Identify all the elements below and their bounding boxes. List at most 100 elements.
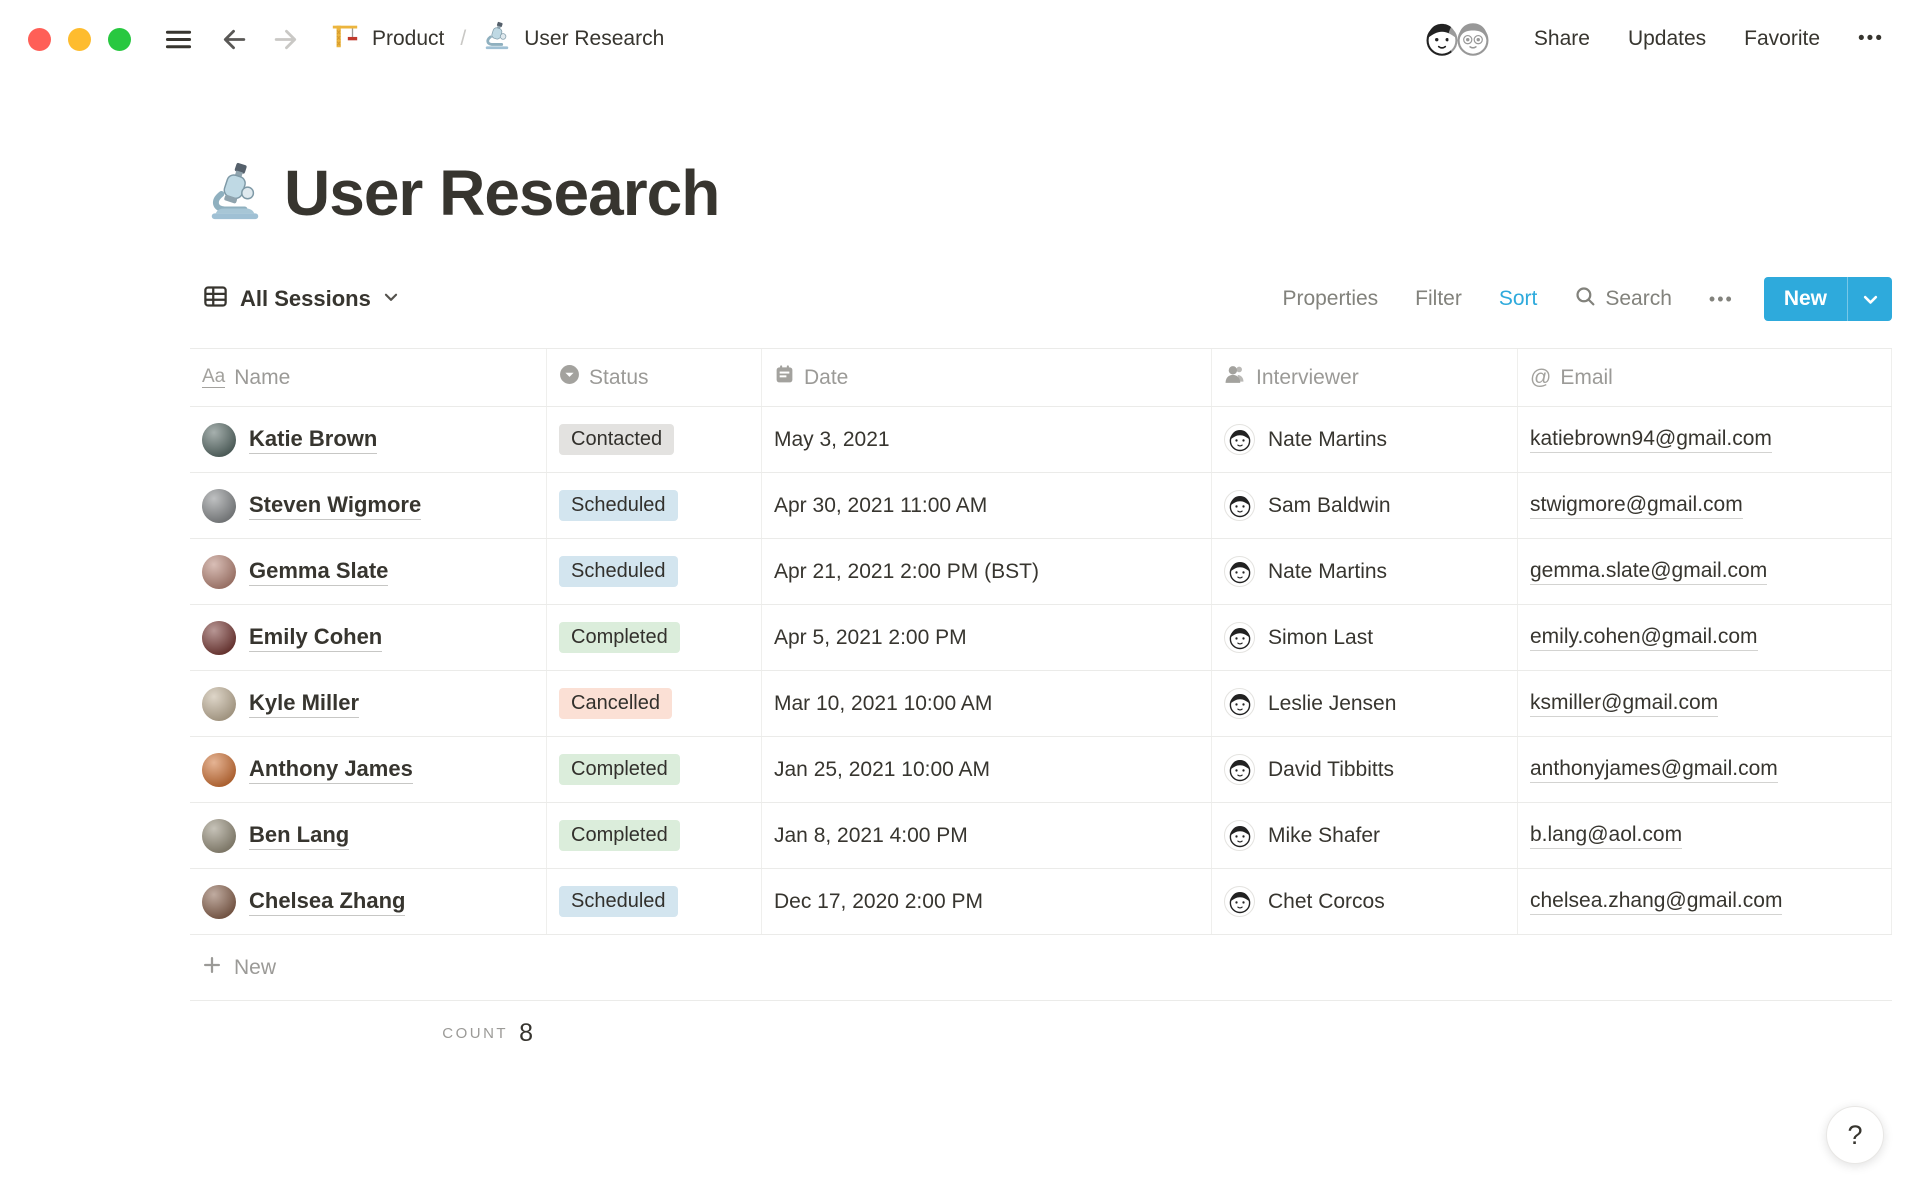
filter-button[interactable]: Filter <box>1415 287 1462 311</box>
name-cell[interactable]: Ben Lang <box>190 803 547 869</box>
person-name-link[interactable]: Emily Cohen <box>249 624 383 652</box>
status-cell[interactable]: Cancelled <box>547 671 762 737</box>
date-cell[interactable]: Dec 17, 2020 2:00 PM <box>762 869 1212 935</box>
zoom-window-button[interactable] <box>108 27 131 51</box>
name-cell[interactable]: Emily Cohen <box>190 605 547 671</box>
close-window-button[interactable] <box>28 27 51 51</box>
view-switcher[interactable]: All Sessions <box>202 283 400 315</box>
sort-button[interactable]: Sort <box>1499 287 1538 311</box>
status-cell[interactable]: Scheduled <box>547 869 762 935</box>
interviewer-cell[interactable]: Chet Corcos <box>1212 869 1518 935</box>
interviewer-avatar <box>1224 820 1255 852</box>
email-link[interactable]: b.lang@aol.com <box>1530 823 1683 849</box>
column-header-email[interactable]: @ Email <box>1518 349 1892 407</box>
status-cell[interactable]: Scheduled <box>547 473 762 539</box>
person-avatar <box>202 752 236 787</box>
crane-icon <box>330 21 360 57</box>
name-cell[interactable]: Chelsea Zhang <box>190 869 547 935</box>
email-cell[interactable]: katiebrown94@gmail.com <box>1518 407 1892 473</box>
date-cell[interactable]: Mar 10, 2021 10:00 AM <box>762 671 1212 737</box>
email-link[interactable]: emily.cohen@gmail.com <box>1530 625 1758 651</box>
interviewer-cell[interactable]: Mike Shafer <box>1212 803 1518 869</box>
email-property-icon: @ <box>1530 366 1552 390</box>
status-cell[interactable]: Completed <box>547 605 762 671</box>
count-value: 8 <box>519 1018 533 1047</box>
email-link[interactable]: gemma.slate@gmail.com <box>1530 559 1768 585</box>
person-name-link[interactable]: Steven Wigmore <box>249 492 422 520</box>
column-header-interviewer[interactable]: Interviewer <box>1212 349 1518 407</box>
updates-button[interactable]: Updates <box>1628 27 1706 51</box>
name-cell[interactable]: Steven Wigmore <box>190 473 547 539</box>
date-cell[interactable]: Apr 5, 2021 2:00 PM <box>762 605 1212 671</box>
email-cell[interactable]: b.lang@aol.com <box>1518 803 1892 869</box>
microscope-icon-large[interactable] <box>204 161 266 228</box>
breadcrumb-item-user-research[interactable]: User Research <box>524 27 664 51</box>
interviewer-cell[interactable]: Nate Martins <box>1212 539 1518 605</box>
interviewer-cell[interactable]: Nate Martins <box>1212 407 1518 473</box>
email-link[interactable]: anthonyjames@gmail.com <box>1530 757 1778 783</box>
email-cell[interactable]: stwigmore@gmail.com <box>1518 473 1892 539</box>
interviewer-cell[interactable]: Leslie Jensen <box>1212 671 1518 737</box>
name-cell[interactable]: Kyle Miller <box>190 671 547 737</box>
person-name-link[interactable]: Anthony James <box>249 756 413 784</box>
person-name-link[interactable]: Chelsea Zhang <box>249 888 406 916</box>
collaborator-avatar-2[interactable] <box>1449 16 1496 62</box>
forward-arrow-icon[interactable] <box>271 23 304 56</box>
new-record-split-button: New <box>1763 277 1892 322</box>
view-more-options-icon[interactable]: ••• <box>1709 289 1734 310</box>
date-cell[interactable]: Jan 25, 2021 10:00 AM <box>762 737 1212 803</box>
new-button-chevron-icon[interactable] <box>1848 277 1892 321</box>
interviewer-cell[interactable]: Simon Last <box>1212 605 1518 671</box>
email-cell[interactable]: gemma.slate@gmail.com <box>1518 539 1892 605</box>
interviewer-cell[interactable]: David Tibbitts <box>1212 737 1518 803</box>
table-row: Emily Cohen Completed Apr 5, 2021 2:00 P… <box>190 605 1892 672</box>
person-name-link[interactable]: Katie Brown <box>249 426 378 454</box>
favorite-button[interactable]: Favorite <box>1744 27 1820 51</box>
table-row: Ben Lang Completed Jan 8, 2021 4:00 PM M… <box>190 803 1892 870</box>
properties-button[interactable]: Properties <box>1282 287 1378 311</box>
column-header-date[interactable]: Date <box>762 349 1212 407</box>
date-cell[interactable]: Jan 8, 2021 4:00 PM <box>762 803 1212 869</box>
column-header-name[interactable]: Aa Name <box>190 349 547 407</box>
collaborator-avatars <box>1418 16 1496 62</box>
new-row-button[interactable]: New <box>190 935 1892 1002</box>
status-cell[interactable]: Contacted <box>547 407 762 473</box>
interviewer-avatar <box>1224 886 1255 918</box>
person-property-icon <box>1224 364 1247 391</box>
new-record-button[interactable]: New <box>1764 277 1847 321</box>
interviewer-cell[interactable]: Sam Baldwin <box>1212 473 1518 539</box>
name-cell[interactable]: Anthony James <box>190 737 547 803</box>
sidebar-menu-icon[interactable] <box>163 24 194 55</box>
email-link[interactable]: ksmiller@gmail.com <box>1530 691 1719 717</box>
back-arrow-icon[interactable] <box>216 23 249 56</box>
search-button[interactable]: Search <box>1574 285 1672 313</box>
name-cell[interactable]: Katie Brown <box>190 407 547 473</box>
minimize-window-button[interactable] <box>68 27 91 51</box>
date-cell[interactable]: May 3, 2021 <box>762 407 1212 473</box>
email-link[interactable]: katiebrown94@gmail.com <box>1530 427 1772 453</box>
date-cell[interactable]: Apr 21, 2021 2:00 PM (BST) <box>762 539 1212 605</box>
status-cell[interactable]: Scheduled <box>547 539 762 605</box>
email-link[interactable]: stwigmore@gmail.com <box>1530 493 1743 519</box>
person-name-link[interactable]: Kyle Miller <box>249 690 360 718</box>
interviewer-name: Mike Shafer <box>1268 823 1381 847</box>
status-cell[interactable]: Completed <box>547 803 762 869</box>
person-name-link[interactable]: Ben Lang <box>249 822 350 850</box>
email-cell[interactable]: anthonyjames@gmail.com <box>1518 737 1892 803</box>
email-cell[interactable]: chelsea.zhang@gmail.com <box>1518 869 1892 935</box>
help-button[interactable]: ? <box>1826 1106 1884 1164</box>
email-link[interactable]: chelsea.zhang@gmail.com <box>1530 889 1783 915</box>
share-button[interactable]: Share <box>1534 27 1590 51</box>
date-cell[interactable]: Apr 30, 2021 11:00 AM <box>762 473 1212 539</box>
count-row[interactable]: COUNT 8 <box>190 1001 547 1065</box>
page-more-options-icon[interactable]: ••• <box>1858 28 1884 50</box>
person-name-link[interactable]: Gemma Slate <box>249 558 389 586</box>
count-label: COUNT <box>442 1024 509 1042</box>
email-cell[interactable]: ksmiller@gmail.com <box>1518 671 1892 737</box>
column-header-status[interactable]: Status <box>547 349 762 407</box>
status-cell[interactable]: Completed <box>547 737 762 803</box>
name-cell[interactable]: Gemma Slate <box>190 539 547 605</box>
email-cell[interactable]: emily.cohen@gmail.com <box>1518 605 1892 671</box>
table-row: Chelsea Zhang Scheduled Dec 17, 2020 2:0… <box>190 869 1892 936</box>
breadcrumb-item-product[interactable]: Product <box>372 27 444 51</box>
